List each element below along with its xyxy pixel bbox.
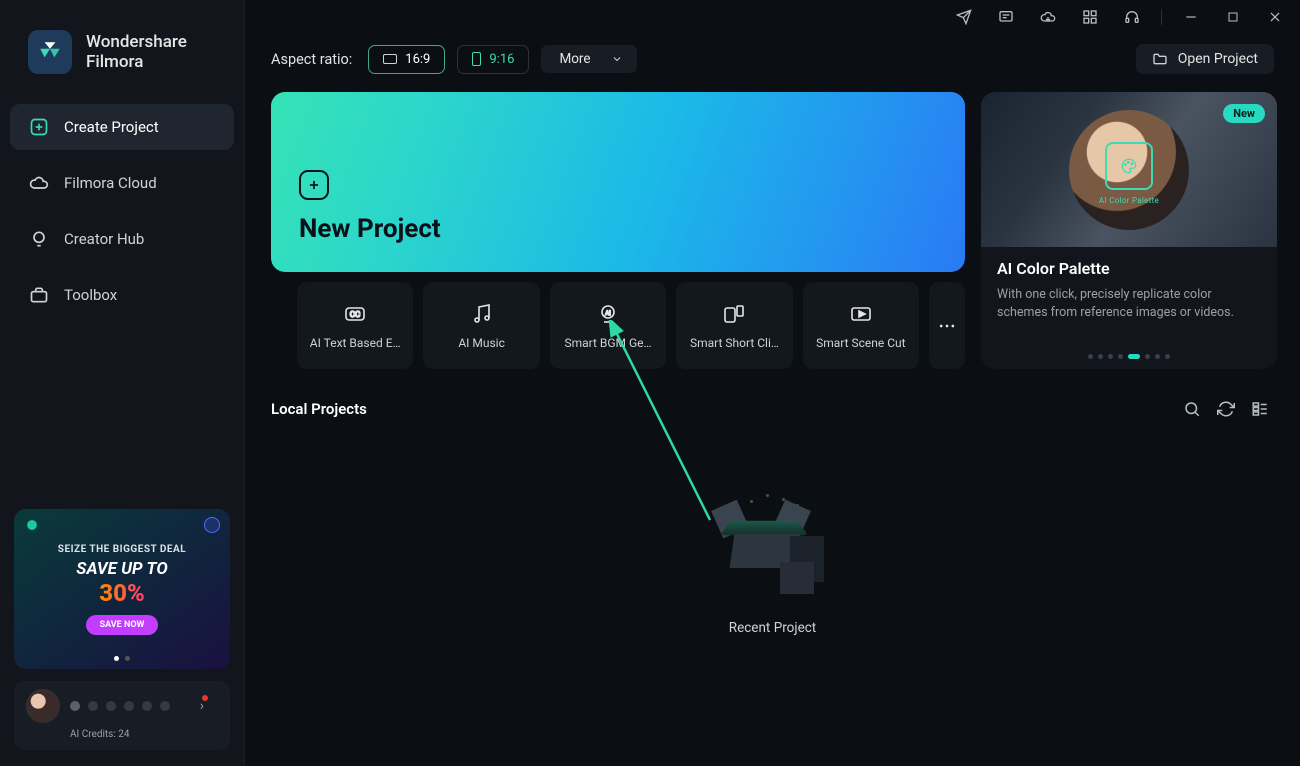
local-projects-empty-state: Recent Project bbox=[245, 423, 1300, 756]
window-close-button[interactable] bbox=[1256, 2, 1294, 32]
feature-card-ai-color-palette[interactable]: AI Color Palette New AI Color Palette Wi… bbox=[981, 92, 1277, 369]
feature-title: AI Color Palette bbox=[997, 259, 1261, 278]
more-horizontal-icon bbox=[935, 314, 959, 338]
promo-line2: SAVE UP TO bbox=[76, 559, 167, 579]
sidebar-item-toolbox[interactable]: Toolbox bbox=[10, 272, 234, 318]
landscape-rect-icon bbox=[383, 54, 397, 64]
lightbulb-icon bbox=[28, 228, 50, 250]
aspect-ratio-more-dropdown[interactable]: More bbox=[541, 45, 636, 73]
new-badge: New bbox=[1223, 104, 1265, 123]
promo-cta-button[interactable]: SAVE NOW bbox=[86, 615, 159, 635]
refresh-icon[interactable] bbox=[1212, 395, 1240, 423]
cloud-download-icon[interactable] bbox=[1029, 2, 1067, 32]
avatar bbox=[26, 689, 60, 723]
bgm-ai-icon: AI bbox=[596, 302, 620, 326]
local-projects-heading: Local Projects bbox=[271, 400, 367, 418]
logo-icon bbox=[28, 30, 72, 74]
headset-icon[interactable] bbox=[1113, 2, 1151, 32]
svg-text:AI: AI bbox=[605, 310, 611, 317]
promo-line3: 30% bbox=[99, 579, 144, 607]
ai-credits-label: AI Credits: 24 bbox=[70, 729, 218, 740]
send-icon[interactable] bbox=[945, 2, 983, 32]
open-project-button[interactable]: Open Project bbox=[1136, 44, 1274, 74]
tool-ai-text-based-editing[interactable]: CC AI Text Based E… bbox=[297, 282, 413, 369]
window-titlebar bbox=[245, 0, 1300, 34]
promo-banner[interactable]: SEIZE THE BIGGEST DEAL SAVE UP TO 30% SA… bbox=[14, 509, 230, 669]
scene-cut-icon bbox=[849, 302, 873, 326]
plus-icon bbox=[299, 170, 329, 200]
palette-icon bbox=[1105, 142, 1153, 190]
tool-smart-short-clips[interactable]: Smart Short Cli… bbox=[676, 282, 792, 369]
new-project-card[interactable]: New Project bbox=[271, 92, 965, 272]
app-logo: Wondershare Filmora bbox=[0, 20, 244, 94]
feature-description: With one click, precisely replicate colo… bbox=[997, 286, 1261, 322]
short-clips-icon bbox=[722, 302, 746, 326]
main-area: Aspect ratio: 16:9 9:16 More Open Projec… bbox=[245, 0, 1300, 766]
folder-icon bbox=[1152, 51, 1168, 67]
cc-icon: CC bbox=[343, 302, 367, 326]
aspect-ratio-9-16[interactable]: 9:16 bbox=[457, 45, 529, 74]
notification-dot bbox=[202, 695, 208, 701]
view-toggle-icon[interactable] bbox=[1246, 395, 1274, 423]
empty-state-label: Recent Project bbox=[729, 620, 816, 636]
window-maximize-button[interactable] bbox=[1214, 2, 1252, 32]
portrait-rect-icon bbox=[472, 52, 481, 66]
chevron-down-icon bbox=[611, 53, 623, 65]
music-ai-icon bbox=[470, 302, 494, 326]
new-project-label: New Project bbox=[299, 214, 937, 244]
logo-text: Wondershare Filmora bbox=[86, 32, 187, 73]
feature-pagination-dots[interactable] bbox=[1088, 354, 1170, 359]
user-card[interactable]: › AI Credits: 24 bbox=[14, 681, 230, 750]
local-projects-header: Local Projects bbox=[245, 369, 1300, 423]
tool-more[interactable] bbox=[929, 282, 965, 369]
feedback-icon[interactable] bbox=[987, 2, 1025, 32]
search-icon[interactable] bbox=[1178, 395, 1206, 423]
sidebar-item-label: Filmora Cloud bbox=[64, 174, 157, 192]
sidebar-item-label: Create Project bbox=[64, 118, 159, 136]
cloud-icon bbox=[28, 172, 50, 194]
toolbar: Aspect ratio: 16:9 9:16 More Open Projec… bbox=[245, 34, 1300, 92]
window-minimize-button[interactable] bbox=[1172, 2, 1210, 32]
tool-row: CC AI Text Based E… AI Music AI Smart BG… bbox=[271, 272, 965, 369]
plus-square-icon bbox=[28, 116, 50, 138]
tool-smart-scene-cut[interactable]: Smart Scene Cut bbox=[803, 282, 919, 369]
sidebar-item-filmora-cloud[interactable]: Filmora Cloud bbox=[10, 160, 234, 206]
sidebar-item-label: Creator Hub bbox=[64, 230, 144, 248]
tool-smart-bgm-generator[interactable]: AI Smart BGM Ge… bbox=[550, 282, 666, 369]
sidebar-item-create-project[interactable]: Create Project bbox=[10, 104, 234, 150]
apps-icon[interactable] bbox=[1071, 2, 1109, 32]
sidebar-nav: Create Project Filmora Cloud Creator Hub… bbox=[0, 94, 244, 338]
empty-box-illustration bbox=[718, 504, 828, 604]
svg-text:CC: CC bbox=[350, 310, 360, 319]
sidebar-item-label: Toolbox bbox=[64, 286, 117, 304]
toolbox-icon bbox=[28, 284, 50, 306]
aspect-ratio-label: Aspect ratio: bbox=[271, 51, 352, 68]
promo-dots bbox=[114, 656, 130, 661]
sidebar-item-creator-hub[interactable]: Creator Hub bbox=[10, 216, 234, 262]
tool-ai-music[interactable]: AI Music bbox=[423, 282, 539, 369]
credit-icons bbox=[70, 701, 192, 711]
aspect-ratio-16-9[interactable]: 16:9 bbox=[368, 45, 445, 74]
promo-line1: SEIZE THE BIGGEST DEAL bbox=[58, 544, 186, 555]
sidebar: Wondershare Filmora Create Project Filmo… bbox=[0, 0, 245, 766]
